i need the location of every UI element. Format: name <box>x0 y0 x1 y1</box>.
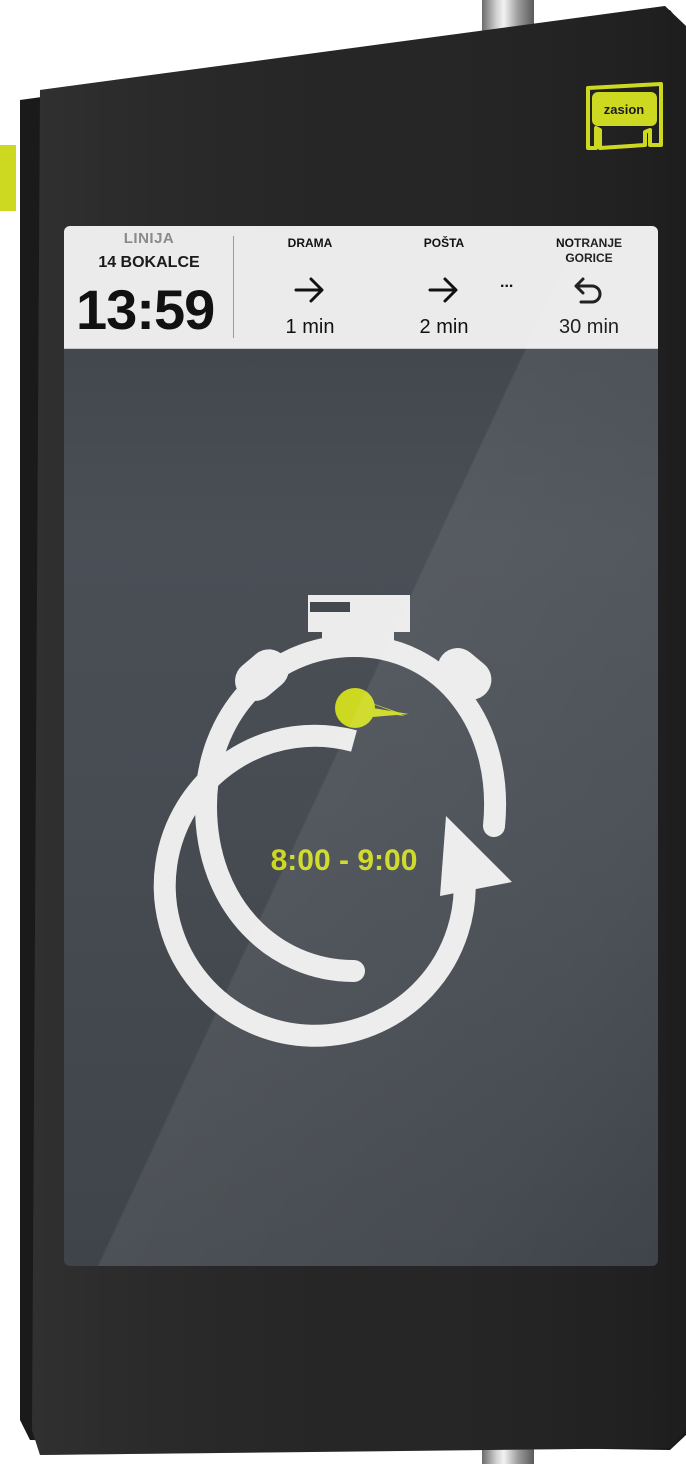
screen: LINIJA 14 BOKALCE 13:59 DRAMA 1 min POŠT… <box>64 226 658 1266</box>
logo-text: zasion <box>604 102 645 117</box>
time-range: 8:00 - 9:00 <box>270 844 418 877</box>
stopwatch-icon <box>153 595 512 1047</box>
stopwatch-hub <box>335 688 375 728</box>
